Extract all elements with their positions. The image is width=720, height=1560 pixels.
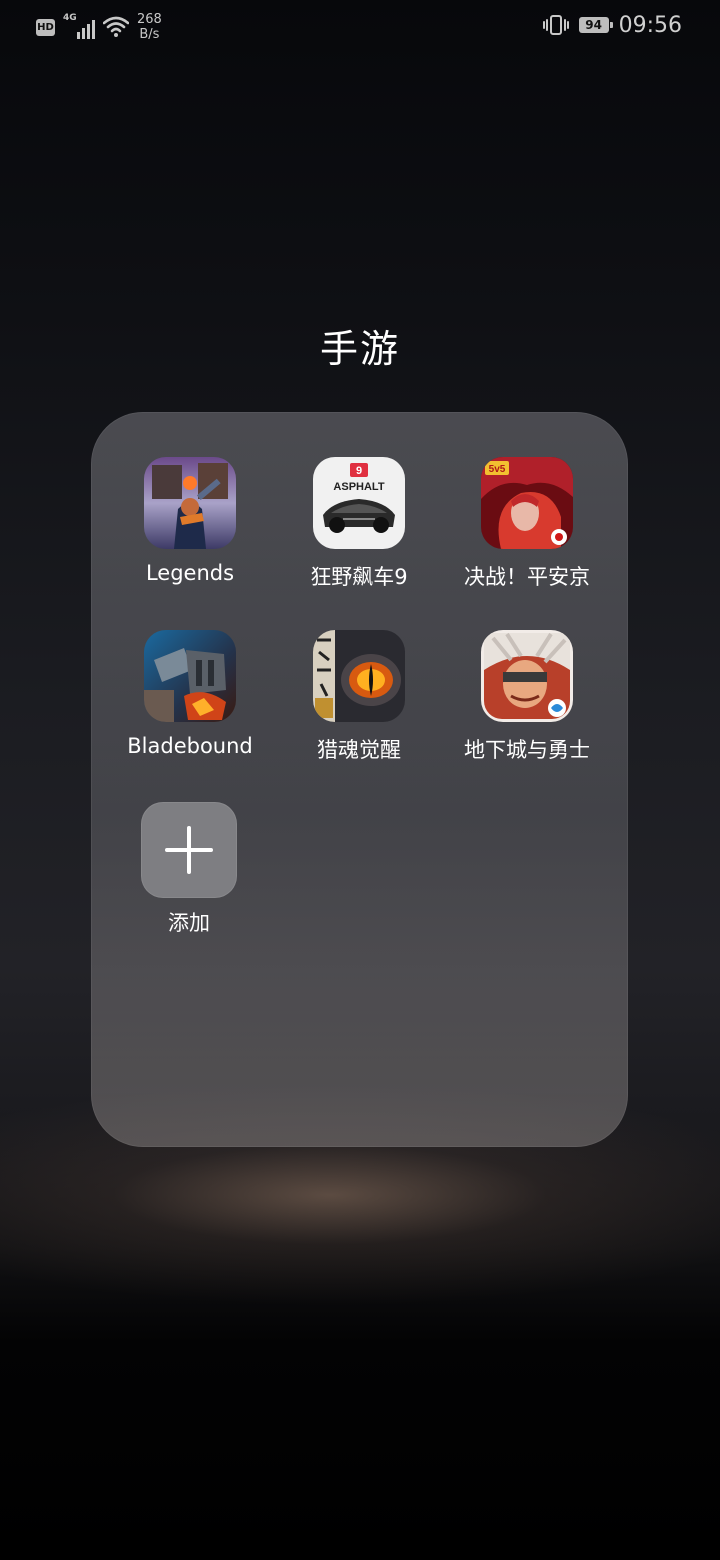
clock: 09:56 bbox=[618, 12, 682, 38]
plus-icon bbox=[141, 802, 237, 898]
asphalt-wordmark: ASPHALT bbox=[333, 481, 384, 493]
app-legends[interactable]: Legends bbox=[106, 457, 274, 607]
status-bar-left: HD 4G 268 B/s bbox=[36, 10, 162, 44]
hd-icon: HD bbox=[36, 18, 55, 36]
battery-icon: 94 bbox=[578, 17, 613, 33]
app-bladebound[interactable]: Bladebound bbox=[106, 630, 274, 780]
app-dnf[interactable]: 地下城与勇士 bbox=[443, 630, 611, 780]
app-label: 猎魂觉醒 bbox=[317, 738, 401, 762]
status-bar: HD 4G 268 B/s 94 09:56 bbox=[0, 0, 720, 50]
asphalt9-app-icon: 9 ASPHALT bbox=[313, 457, 405, 549]
legends-app-icon bbox=[144, 457, 236, 549]
app-hunter-awakening[interactable]: 猎魂觉醒 bbox=[275, 630, 443, 780]
network-speed-unit: B/s bbox=[139, 27, 160, 42]
cellular-signal-icon: 4G bbox=[63, 13, 97, 39]
dnf-app-icon bbox=[481, 630, 573, 722]
app-label: 狂野飙车9 bbox=[310, 565, 408, 589]
bladebound-app-icon bbox=[144, 630, 236, 722]
wifi-icon bbox=[103, 16, 129, 37]
asphalt-badge: 9 bbox=[356, 465, 362, 477]
app-onmyoji-arena[interactable]: 5v5 决战！平安京 bbox=[443, 457, 611, 607]
network-speed-value: 268 bbox=[137, 12, 162, 27]
status-bar-right: 94 09:56 bbox=[542, 12, 682, 38]
app-label: Legends bbox=[145, 561, 235, 585]
vibrate-icon bbox=[542, 15, 569, 35]
add-app-label: 添加 bbox=[168, 911, 210, 935]
network-speed: 268 B/s bbox=[137, 12, 162, 42]
onmyoji-arena-app-icon: 5v5 bbox=[481, 457, 573, 549]
five-v-five-badge: 5v5 bbox=[489, 464, 506, 475]
add-app-button[interactable]: 添加 bbox=[91, 802, 287, 953]
hunter-awakening-app-icon bbox=[313, 630, 405, 722]
folder-title[interactable]: 手游 bbox=[0, 318, 720, 373]
network-type-label: 4G bbox=[63, 13, 77, 23]
app-label: 决战！平安京 bbox=[464, 565, 590, 589]
folder-panel: Legends 9 ASPHALT 狂野飙车9 5v5 决战！平安京 Blade… bbox=[91, 412, 628, 1147]
app-asphalt9[interactable]: 9 ASPHALT 狂野飙车9 bbox=[275, 457, 443, 607]
app-label: 地下城与勇士 bbox=[464, 738, 590, 762]
app-label: Bladebound bbox=[127, 734, 253, 758]
